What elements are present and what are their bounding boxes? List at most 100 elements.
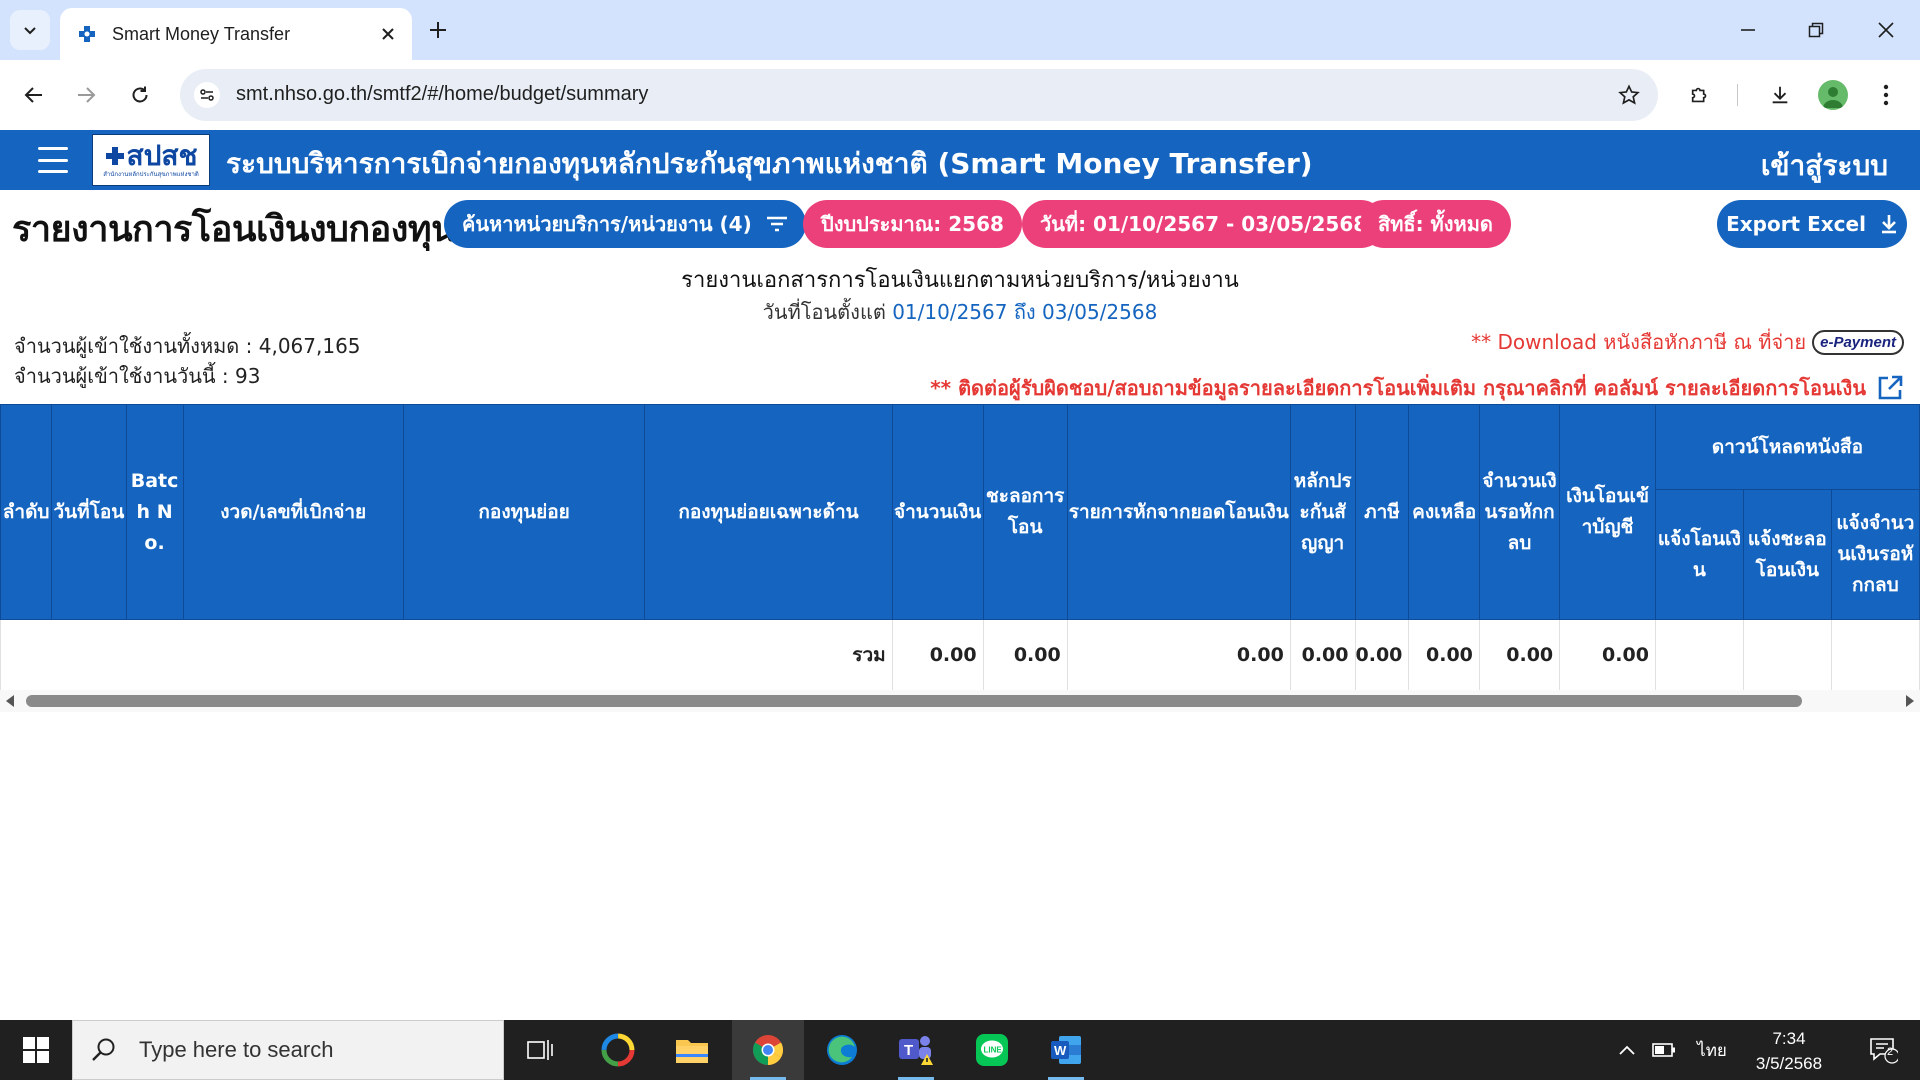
download-icon (1881, 215, 1896, 234)
scroll-left-arrow-icon[interactable] (6, 695, 14, 707)
login-link[interactable]: เข้าสู่ระบบ (1761, 144, 1888, 188)
export-excel-button[interactable]: Export Excel (1717, 200, 1907, 248)
col-header-delay[interactable]: ชะลอการโอน (982, 404, 1068, 620)
system-clock[interactable]: 7:34 3/5/2568 (1744, 1026, 1834, 1076)
close-window-button[interactable] (1866, 10, 1906, 50)
e-payment-badge[interactable]: e-Payment (1812, 329, 1904, 355)
taskbar-chrome[interactable] (732, 1020, 804, 1080)
back-button[interactable] (14, 75, 54, 115)
scroll-right-arrow-icon[interactable] (1906, 695, 1914, 707)
col-header-to-account[interactable]: เงินโอนเข้าบัญชี (1559, 404, 1656, 620)
svg-text:W: W (1054, 1043, 1067, 1058)
folder-icon (676, 1040, 708, 1063)
site-favicon-icon (76, 23, 98, 45)
clock-date: 3/5/2568 (1755, 1054, 1823, 1073)
col-header-download-group: ดาวน์โหลดหนังสือ (1654, 404, 1920, 490)
chrome-icon (752, 1035, 784, 1065)
app-header: สปสช สำนักงานหลักประกันสุขภาพแห่งชาติ ระ… (0, 130, 1920, 190)
show-hidden-icons-button[interactable] (1612, 1020, 1642, 1080)
minimize-button[interactable] (1728, 10, 1768, 50)
taskbar-line[interactable]: LINE (956, 1020, 1028, 1080)
taskbar-file-explorer[interactable] (656, 1020, 728, 1080)
taskbar-photoscape[interactable] (582, 1020, 654, 1080)
users-today-count: จำนวนผู้เข้าใช้งานวันนี้ : 93 (14, 364, 261, 388)
users-total-count: จำนวนผู้เข้าใช้งานทั้งหมด : 4,067,165 (14, 334, 361, 358)
reload-button[interactable] (120, 75, 160, 115)
col-header-seq[interactable]: ลำดับ (0, 404, 53, 620)
windows-start-button[interactable] (14, 1034, 58, 1066)
svg-text:LINE: LINE (984, 1046, 1003, 1055)
address-bar[interactable]: smt.nhso.go.th/smtf2/#/home/budget/summa… (180, 69, 1658, 121)
scrollbar-thumb[interactable] (26, 695, 1802, 707)
notification-center-button[interactable]: 2 (1858, 1020, 1908, 1080)
restore-button[interactable] (1796, 10, 1836, 50)
report-title: รายงานเอกสารการโอนเงินแยกตามหน่วยบริการ/… (681, 268, 1239, 293)
col-header-amount[interactable]: จำนวนเงิน (891, 404, 984, 620)
total-label: รวม (0, 619, 893, 690)
taskbar-edge[interactable] (806, 1020, 878, 1080)
battery-status[interactable] (1648, 1020, 1680, 1080)
puzzle-icon (1691, 87, 1707, 103)
extensions-button[interactable] (1680, 75, 1720, 115)
transfer-table-container: ลำดับ วันที่โอน Batch No. งวด/เลขที่เบิก… (0, 404, 1920, 690)
browser-tab-active[interactable]: Smart Money Transfer (60, 8, 412, 60)
filter-icon (766, 216, 787, 232)
total-to-account: 0.00 (1559, 619, 1656, 690)
col-header-notify-amount[interactable]: แจ้งจำนวนเงินรอหักกลบ (1830, 489, 1920, 620)
transfer-table: ลำดับ วันที่โอน Batch No. งวด/เลขที่เบิก… (0, 404, 1920, 690)
contact-note: ** ติดต่อผู้รับผิดชอบ/สอบถามข้อมูลรายละเ… (930, 376, 1866, 400)
col-header-notify-delay[interactable]: แจ้งชะลอโอนเงิน (1742, 489, 1832, 620)
tab-close-icon[interactable] (376, 22, 400, 46)
windows-logo-icon (23, 1037, 49, 1063)
col-header-guarantee[interactable]: หลักประกันสัญญา (1289, 404, 1356, 620)
forward-button[interactable] (66, 75, 106, 115)
menu-icon[interactable] (38, 147, 68, 173)
toolbar-divider (1737, 84, 1738, 106)
nhso-logo: สปสช สำนักงานหลักประกันสุขภาพแห่งชาติ (92, 134, 210, 186)
arrow-left-icon (24, 87, 42, 103)
total-tax: 0.00 (1354, 619, 1410, 690)
col-header-pending-deduct[interactable]: จำนวนเงินรอหักกลบ (1478, 404, 1561, 620)
rights-filter[interactable]: สิทธิ์: ทั้งหมด (1360, 200, 1511, 248)
col-header-tax[interactable]: ภาษี (1354, 404, 1410, 620)
new-tab-button[interactable] (422, 14, 454, 46)
download-tax-note: ** Download หนังสือหักภาษี ณ ที่จ่าย (1471, 330, 1807, 354)
date-range-filter[interactable]: วันที่: 01/10/2567 - 03/05/2568 (1022, 200, 1386, 248)
chevron-down-icon (24, 27, 36, 35)
tab-title: Smart Money Transfer (112, 23, 291, 44)
col-header-period[interactable]: งวด/เลขที่เบิกจ่าย (182, 404, 404, 620)
site-settings-icon[interactable] (194, 82, 220, 108)
search-unit-filter[interactable]: ค้นหาหน่วยบริการ/หน่วยงาน (4) (444, 200, 806, 248)
total-pending-deduct: 0.00 (1478, 619, 1561, 690)
taskbar-teams[interactable]: T (880, 1020, 952, 1080)
fiscal-year-label: ปีงบประมาณ: 2568 (821, 212, 1004, 236)
logo-subtext: สำนักงานหลักประกันสุขภาพแห่งชาติ (103, 171, 199, 178)
downloads-button[interactable] (1760, 75, 1800, 115)
col-header-remaining[interactable]: คงเหลือ (1408, 404, 1480, 620)
col-header-batch[interactable]: Batch No. (125, 404, 184, 620)
input-language[interactable]: ไทย (1690, 1020, 1734, 1080)
task-view-button[interactable] (504, 1020, 576, 1080)
col-header-notify-transfer[interactable]: แจ้งโอนเงิน (1654, 489, 1744, 620)
download-tax-link[interactable]: ** Download หนังสือหักภาษี ณ ที่จ่าย e-P… (1471, 326, 1904, 358)
col-header-subfund[interactable]: กองทุนย่อย (402, 404, 646, 620)
rights-label: สิทธิ์: ทั้งหมด (1378, 212, 1493, 236)
bookmark-star-icon[interactable] (1614, 80, 1644, 110)
col-header-transfer-date[interactable]: วันที่โอน (51, 404, 127, 620)
medical-cross-icon (105, 147, 124, 165)
windows-taskbar: Type here to search T LINE W ไทย 7:34 3/… (0, 1020, 1920, 1080)
tab-search-button[interactable] (10, 10, 50, 50)
minimize-icon (1741, 29, 1755, 31)
taskbar-search-box[interactable]: Type here to search (72, 1020, 504, 1080)
open-in-new-icon[interactable] (1876, 374, 1904, 402)
col-header-deduct[interactable]: รายการหักจากยอดโอนเงิน (1066, 404, 1291, 620)
horizontal-scrollbar[interactable] (0, 690, 1920, 712)
profile-button[interactable] (1813, 75, 1853, 115)
browser-tab-strip: Smart Money Transfer (0, 0, 1920, 60)
url-text: smt.nhso.go.th/smtf2/#/home/budget/summa… (236, 83, 649, 105)
search-unit-label: ค้นหาหน่วยบริการ/หน่วยงาน (4) (462, 212, 752, 236)
fiscal-year-filter[interactable]: ปีงบประมาณ: 2568 (803, 200, 1022, 248)
col-header-subfund-specific[interactable]: กองทุนย่อยเฉพาะด้าน (644, 404, 893, 620)
browser-menu-button[interactable] (1866, 75, 1906, 115)
taskbar-word[interactable]: W (1030, 1020, 1102, 1080)
